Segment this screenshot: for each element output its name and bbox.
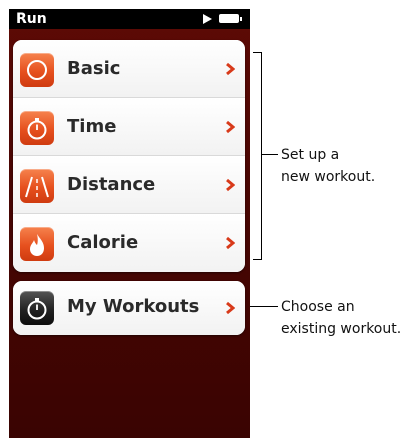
- my-workouts-list: My Workouts: [13, 281, 245, 335]
- setup-line-1: Set up a: [281, 147, 340, 163]
- screen-title: Run: [16, 11, 47, 27]
- chevron-right-icon: [226, 236, 235, 250]
- menu-item-basic[interactable]: Basic: [13, 40, 245, 98]
- menu-item-label: Time: [67, 116, 117, 137]
- menu-item-distance[interactable]: Distance: [13, 156, 245, 214]
- circle-icon: [20, 53, 54, 87]
- menu-item-calorie[interactable]: Calorie: [13, 214, 245, 272]
- chevron-right-icon: [226, 178, 235, 192]
- workout-type-list: Basic Time Distance Calorie: [13, 40, 245, 272]
- choose-callout: Choose an existing workout.: [281, 296, 401, 340]
- stopwatch-icon: [20, 291, 54, 325]
- menu-item-my-workouts[interactable]: My Workouts: [13, 281, 245, 335]
- choose-leader-line: [250, 306, 278, 307]
- choose-line-1: Choose an: [281, 299, 355, 315]
- play-icon: [203, 14, 212, 24]
- chevron-right-icon: [226, 62, 235, 76]
- device-screen: Run Basic Time Distance Calorie My Worko…: [9, 9, 250, 438]
- setup-line-2: new workout.: [281, 169, 376, 185]
- stopwatch-icon: [20, 111, 54, 145]
- setup-callout: Set up a new workout.: [281, 144, 375, 188]
- choose-line-2: existing workout.: [281, 321, 402, 337]
- menu-item-label: Calorie: [67, 232, 139, 253]
- menu-item-label: Basic: [67, 58, 121, 79]
- menu-item-label: My Workouts: [67, 296, 200, 317]
- chevron-right-icon: [226, 301, 235, 315]
- chevron-right-icon: [226, 120, 235, 134]
- menu-item-label: Distance: [67, 174, 156, 195]
- battery-icon: [219, 14, 242, 23]
- menu-item-time[interactable]: Time: [13, 98, 245, 156]
- flame-icon: [20, 227, 54, 261]
- road-icon: [20, 169, 54, 203]
- status-bar: Run: [9, 9, 250, 29]
